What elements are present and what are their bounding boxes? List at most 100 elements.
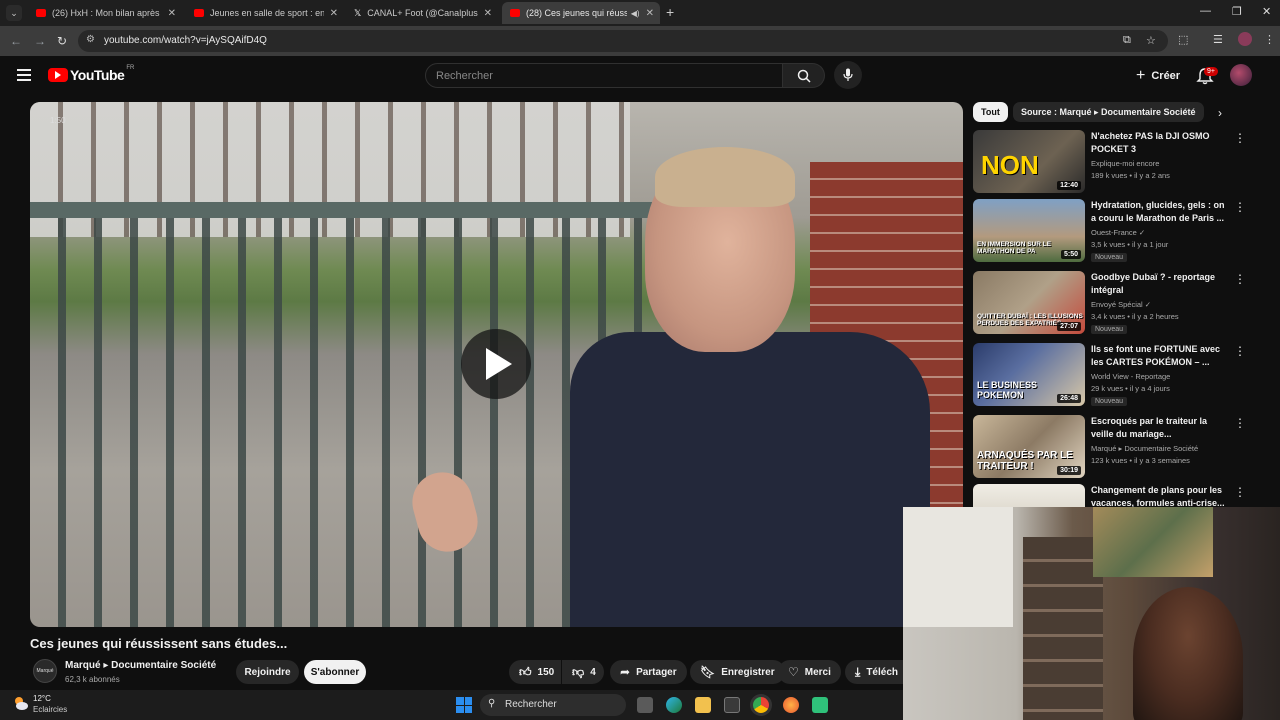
share-button[interactable]: ➦ Partager — [610, 660, 687, 684]
share-label: Partager — [636, 666, 677, 678]
omnibox[interactable]: ⚙ youtube.com/watch?v=jAySQAifD4Q ⧉ ☆ — [78, 30, 1168, 52]
tab-groups-icon[interactable]: ☰ — [1213, 33, 1223, 46]
video-meta: 189 k vues • il y a 2 ans — [1091, 171, 1170, 180]
channel-name[interactable]: Marqué ▸ Documentaire Société — [1091, 444, 1198, 453]
file-explorer-icon[interactable] — [695, 697, 711, 713]
close-tab-icon[interactable]: ✕ — [646, 8, 654, 19]
close-window-icon[interactable]: ✕ — [1262, 5, 1271, 18]
recommended-video[interactable]: Changement de plans pour les vacances, f… — [973, 484, 1253, 507]
like-button[interactable]: 👍︎ 150 — [509, 660, 561, 684]
youtube-favicon-icon — [36, 9, 46, 17]
video-duration: 30:19 — [1057, 466, 1081, 475]
video-title: Ces jeunes qui réussissent sans études..… — [30, 636, 288, 651]
maximize-icon[interactable]: ❐ — [1232, 5, 1242, 18]
weather-partly-cloudy-icon[interactable] — [12, 694, 30, 712]
search-button[interactable] — [783, 63, 825, 88]
bookmark-star-icon[interactable]: ☆ — [1146, 34, 1156, 47]
taskbar-search-input[interactable]: ⚲ Rechercher — [480, 694, 626, 716]
video-meta: 3,4 k vues • il y a 2 heures — [1091, 312, 1179, 321]
channel-name[interactable]: Marqué ▸ Documentaire Société — [65, 660, 216, 671]
video-title[interactable]: Hydratation, glucides, gels : on a couru… — [1091, 199, 1231, 224]
search-icon: ⚲ — [488, 698, 496, 709]
more-options-icon[interactable]: ⋮ — [1234, 417, 1246, 429]
chrome-browser-icon[interactable] — [753, 697, 769, 713]
video-thumbnail[interactable]: NON 12:40 — [973, 130, 1085, 193]
forward-arrow-icon[interactable]: → — [34, 34, 46, 48]
voice-search-button[interactable] — [834, 61, 862, 89]
video-thumbnail[interactable]: EN IMMERSION SUR LE MARATHON DE PA 5:50 — [973, 199, 1085, 262]
join-button[interactable]: Rejoindre — [236, 660, 299, 684]
tab-search-chevron-icon[interactable]: ⌄ — [6, 5, 22, 21]
url-text[interactable]: youtube.com/watch?v=jAySQAifD4Q — [104, 35, 267, 46]
chevron-right-icon[interactable]: › — [1218, 106, 1222, 120]
video-title[interactable]: Changement de plans pour les vacances, f… — [1091, 484, 1231, 507]
video-thumbnail[interactable]: ARNAQUÉS PAR LE TRAITEUR ! 30:19 — [973, 415, 1085, 478]
site-info-icon[interactable]: ⚙ — [86, 34, 95, 45]
chip-all[interactable]: Tout — [973, 102, 1008, 122]
windows-start-icon[interactable] — [456, 697, 472, 713]
video-title[interactable]: N'achetez PAS la DJI OSMO POCKET 3 — [1091, 130, 1231, 155]
download-button[interactable]: ⤓ Téléch — [845, 660, 903, 684]
back-arrow-icon[interactable]: ← — [10, 34, 22, 48]
video-thumbnail[interactable]: QUITTER DUBAÏ : LES ILLUSIONS PERDUES DE… — [973, 271, 1085, 334]
video-title[interactable]: Goodbye Dubaï ? - reportage intégral — [1091, 271, 1231, 296]
browser-tab[interactable]: (26) HxH : Mon bilan après 25 ans ✕ — [28, 2, 182, 24]
speaker-icon[interactable]: ◀) — [631, 9, 640, 18]
task-view-icon[interactable] — [637, 697, 653, 713]
thanks-button[interactable]: ♡ Merci — [778, 660, 841, 684]
video-thumbnail[interactable] — [973, 484, 1085, 507]
edge-browser-icon[interactable] — [666, 697, 682, 713]
tab-title: Jeunes en salle de sport : entre — [210, 8, 324, 18]
more-options-icon[interactable]: ⋮ — [1234, 132, 1246, 144]
more-options-icon[interactable]: ⋮ — [1234, 273, 1246, 285]
recommended-video[interactable]: LE BUSINESS POKEMON 26:48 Ils se font un… — [973, 343, 1253, 409]
firefox-browser-icon[interactable] — [783, 697, 799, 713]
install-app-icon[interactable]: ⧉ — [1123, 34, 1131, 47]
browser-tab-active[interactable]: (28) Ces jeunes qui réussissent ◀) ✕ — [502, 2, 660, 24]
create-button[interactable]: + Créer — [1128, 64, 1188, 88]
minimize-icon[interactable]: — — [1200, 5, 1211, 17]
video-thumbnail[interactable]: LE BUSINESS POKEMON 26:48 — [973, 343, 1085, 406]
channel-name[interactable]: Envoyé Spécial ✓ — [1091, 300, 1151, 309]
microphone-icon — [843, 68, 853, 81]
video-title[interactable]: Ils se font une FORTUNE avec les CARTES … — [1091, 343, 1231, 368]
subscribe-button[interactable]: S'abonner — [304, 660, 366, 684]
recommended-video[interactable]: QUITTER DUBAÏ : LES ILLUSIONS PERDUES DE… — [973, 271, 1253, 337]
recommended-video[interactable]: EN IMMERSION SUR LE MARATHON DE PA 5:50 … — [973, 199, 1253, 265]
weather-temperature[interactable]: 12°C — [33, 694, 51, 703]
profile-avatar[interactable] — [1238, 32, 1252, 46]
chip-source[interactable]: Source : Marqué ▸ Documentaire Société — [1013, 102, 1204, 122]
more-options-icon[interactable]: ⋮ — [1234, 486, 1246, 498]
new-tab-plus-icon[interactable]: + — [666, 4, 674, 20]
x-favicon-icon: 𝕏 — [354, 7, 362, 18]
reload-icon[interactable]: ↻ — [57, 34, 67, 48]
more-options-icon[interactable]: ⋮ — [1234, 345, 1246, 357]
close-tab-icon[interactable]: ✕ — [484, 8, 492, 19]
channel-name[interactable]: Ouest-France ✓ — [1091, 228, 1145, 237]
more-options-icon[interactable]: ⋮ — [1234, 201, 1246, 213]
channel-name[interactable]: World View - Reportage — [1091, 372, 1170, 381]
microsoft-store-icon[interactable] — [724, 697, 740, 713]
youtube-logo[interactable]: YouTube FR — [48, 65, 134, 83]
search-input[interactable]: Rechercher — [425, 63, 783, 88]
browser-tab[interactable]: 𝕏 CANAL+ Foot (@CanalplusFoot) ✕ — [346, 2, 498, 24]
dislike-button[interactable]: 👎︎ 4 — [562, 660, 604, 684]
chrome-menu-icon[interactable]: ⋮ — [1264, 33, 1275, 46]
menu-hamburger-icon[interactable] — [17, 69, 31, 81]
play-button[interactable] — [461, 329, 531, 399]
extensions-icon[interactable]: ⬚ — [1178, 33, 1188, 46]
account-avatar[interactable] — [1230, 64, 1252, 86]
channel-avatar-text: Marqué — [36, 668, 54, 674]
recommended-video[interactable]: NON 12:40 N'achetez PAS la DJI OSMO POCK… — [973, 130, 1253, 196]
close-tab-icon[interactable]: ✕ — [330, 8, 338, 19]
video-title[interactable]: Escroqués par le traiteur la veille du m… — [1091, 415, 1231, 440]
recommended-video[interactable]: ARNAQUÉS PAR LE TRAITEUR ! 30:19 Escroqu… — [973, 415, 1253, 481]
app-icon[interactable] — [812, 697, 828, 713]
browser-tab[interactable]: Jeunes en salle de sport : entre ✕ — [186, 2, 344, 24]
channel-name[interactable]: Explique-moi encore — [1091, 159, 1159, 168]
channel-avatar[interactable]: Marqué — [33, 659, 57, 683]
webcam-streamer — [1133, 587, 1243, 720]
save-button[interactable]: 🔖︎ Enregistrer — [690, 660, 785, 684]
close-tab-icon[interactable]: ✕ — [168, 8, 176, 19]
bookmark-icon: 🔖︎ — [700, 665, 716, 679]
